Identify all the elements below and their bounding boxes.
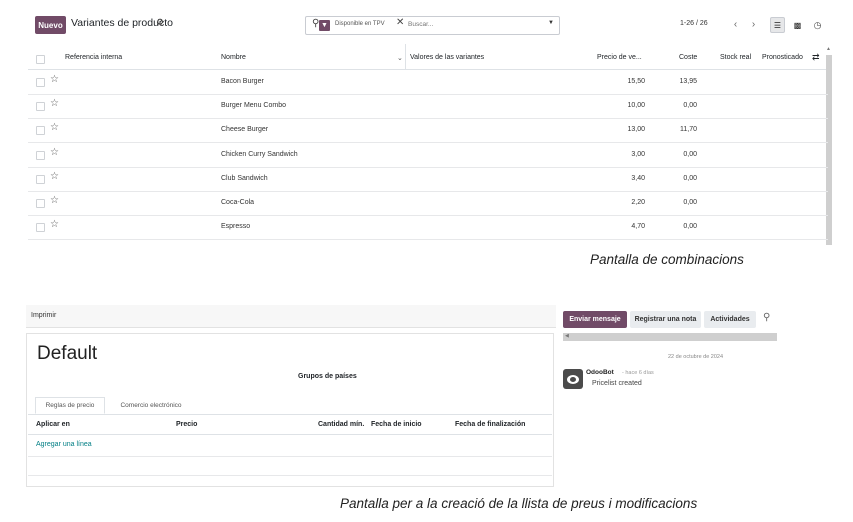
cell-sale-price: 4,70: [631, 223, 645, 231]
tab-price-rules[interactable]: Reglas de precio: [35, 397, 105, 414]
facet-remove-icon[interactable]: ✕: [396, 17, 404, 28]
star-icon[interactable]: ☆: [50, 74, 59, 85]
print-button[interactable]: Imprimir: [31, 312, 56, 319]
form-sheet: [26, 333, 554, 487]
table-row[interactable]: [28, 94, 828, 120]
new-button[interactable]: Nuevo: [35, 16, 66, 34]
table-row[interactable]: [28, 215, 828, 241]
column-header[interactable]: Stock real: [720, 54, 751, 61]
message-date-separator: 22 de octubre de 2024: [668, 354, 724, 360]
star-icon[interactable]: ☆: [50, 195, 59, 206]
star-icon[interactable]: ☆: [50, 219, 59, 230]
cell-name: Burger Menu Combo: [221, 102, 286, 110]
cell-cost: 11,70: [680, 126, 697, 134]
column-header[interactable]: Precio: [176, 421, 197, 428]
cell-sale-price: 13,00: [627, 126, 645, 134]
cell-sale-price: 2,20: [631, 199, 645, 206]
star-icon[interactable]: ☆: [50, 98, 59, 109]
cell-sale-price: 10,00: [627, 102, 645, 110]
column-header[interactable]: Coste: [679, 54, 697, 61]
row-checkbox[interactable]: [36, 78, 45, 87]
star-icon[interactable]: ☆: [50, 122, 59, 133]
table-row[interactable]: [28, 70, 828, 95]
column-header[interactable]: Valores de las variantes: [410, 54, 484, 61]
table-row[interactable]: [28, 118, 828, 144]
star-icon[interactable]: ☆: [50, 147, 59, 158]
search-toggle-icon[interactable]: ▼: [548, 20, 554, 26]
row-checkbox[interactable]: [36, 174, 45, 184]
add-line-link[interactable]: Agregar una línea: [36, 441, 92, 448]
cell-name: Espresso: [221, 223, 251, 231]
row-checkbox[interactable]: [36, 199, 45, 208]
column-header[interactable]: Nombre: [221, 54, 246, 61]
action-bar: [26, 305, 556, 328]
row-checkbox[interactable]: [36, 102, 45, 112]
caption-bottom: Pantalla per a la creació de la llista d…: [340, 496, 698, 511]
optional-columns-icon[interactable]: ⇄: [812, 52, 820, 63]
table-row[interactable]: [28, 143, 828, 168]
tabs-divider: [28, 414, 552, 415]
search-facet-label: Disponible en TPV: [335, 21, 385, 27]
search-input[interactable]: [408, 18, 528, 31]
cell-sale-price: 3,40: [631, 174, 645, 182]
filter-icon: ▼: [319, 20, 330, 31]
column-header[interactable]: Cantidad mín.: [318, 421, 364, 428]
cell-name: Cheese Burger: [221, 126, 269, 134]
message-body: Pricelist created: [592, 380, 642, 387]
cell-cost: 0,00: [683, 174, 697, 182]
tab-ecommerce[interactable]: Comercio electrónico: [111, 397, 191, 414]
send-message-button[interactable]: Enviar mensaje: [563, 311, 627, 328]
column-header[interactable]: Pronosticado: [762, 54, 803, 61]
pager-value[interactable]: 1-26 / 26: [680, 20, 708, 27]
row-checkbox[interactable]: [36, 126, 45, 136]
cell-name: Club Sandwich: [221, 174, 268, 182]
scroll-left-icon[interactable]: ◀: [565, 333, 569, 339]
cell-name: Chicken Curry Sandwich: [221, 150, 298, 158]
table-row[interactable]: [28, 191, 828, 216]
chevron-down-icon[interactable]: ⌄: [397, 54, 403, 62]
cell-sale-price: 15,50: [627, 78, 645, 85]
cell-cost: 13,95: [679, 78, 697, 85]
avatar-icon[interactable]: [563, 369, 583, 389]
scroll-up-icon[interactable]: ▲: [826, 46, 831, 52]
row-checkbox[interactable]: [36, 150, 45, 160]
list-view-icon[interactable]: ☰: [770, 17, 785, 33]
kanban-view-icon[interactable]: ▩: [790, 17, 805, 33]
table-header-divider: [28, 434, 552, 435]
message-time: - hace 6 días: [622, 370, 654, 376]
row-divider: [28, 456, 552, 457]
column-header[interactable]: Fecha de inicio: [371, 421, 422, 428]
activity-view-icon[interactable]: ◷: [810, 17, 825, 33]
scrollbar[interactable]: [563, 333, 777, 341]
cell-cost: 0,00: [683, 150, 697, 158]
message-author[interactable]: OdooBot: [586, 369, 614, 376]
cell-name: Bacon Burger: [221, 78, 264, 85]
column-header[interactable]: Referencia interna: [65, 54, 122, 61]
select-all-checkbox[interactable]: [36, 55, 45, 64]
column-header[interactable]: Fecha de finalización: [455, 421, 525, 428]
field-label-country-groups: Grupos de países: [298, 373, 357, 380]
pager-next-button[interactable]: ›: [746, 16, 761, 33]
log-note-button[interactable]: Registrar una nota: [630, 311, 701, 328]
cell-cost: 0,00: [683, 102, 697, 110]
table-row[interactable]: [28, 167, 828, 192]
caption-top: Pantalla de combinacions: [590, 252, 744, 267]
pricelist-name[interactable]: Default: [37, 343, 97, 365]
search-icon[interactable]: ⚲: [763, 312, 770, 323]
cell-cost: 0,00: [683, 223, 697, 231]
column-resize-handle[interactable]: [405, 44, 406, 69]
star-icon[interactable]: ☆: [50, 171, 59, 182]
cell-name: Coca-Cola: [221, 199, 255, 206]
gear-icon[interactable]: ⚙: [156, 17, 164, 28]
row-divider: [28, 475, 552, 476]
column-header[interactable]: Precio de ve...: [597, 54, 642, 61]
cell-cost: 0,00: [683, 199, 697, 206]
pager-previous-button[interactable]: ‹: [728, 16, 743, 33]
activities-button[interactable]: Actividades: [704, 311, 756, 328]
cell-sale-price: 3,00: [631, 150, 645, 158]
column-header[interactable]: Aplicar en: [36, 421, 70, 428]
row-checkbox[interactable]: [36, 223, 45, 233]
